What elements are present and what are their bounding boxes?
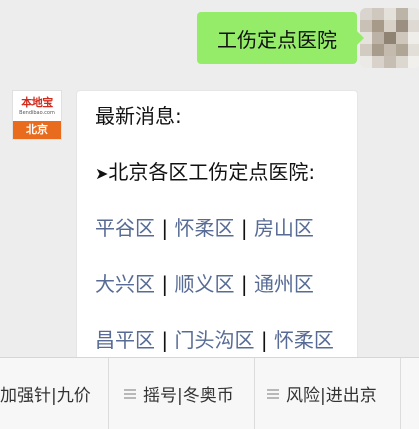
menu-lines-icon bbox=[267, 388, 279, 399]
menu-divider bbox=[254, 358, 255, 429]
bottom-menu-bar: 加强针|九价 摇号|冬奥币 风险|进出京 bbox=[0, 357, 419, 429]
outgoing-message-text: 工伤定点医院 bbox=[217, 27, 337, 52]
district-row: 昌平区 | 门头沟区 | 怀柔区 bbox=[95, 326, 357, 354]
message-title: 最新消息: bbox=[95, 104, 182, 128]
district-link[interactable]: 门头沟区 bbox=[174, 328, 254, 352]
district-link[interactable]: 怀柔区 bbox=[174, 216, 234, 240]
district-link[interactable]: 房山区 bbox=[254, 216, 314, 240]
arrow-icon: ➤ bbox=[95, 164, 109, 183]
separator: | bbox=[161, 272, 169, 296]
menu-item-lottery[interactable]: 摇号|冬奥币 bbox=[124, 358, 246, 429]
separator: | bbox=[161, 216, 169, 240]
logo-city: 北京 bbox=[13, 121, 61, 139]
district-link[interactable]: 怀柔区 bbox=[274, 328, 334, 352]
bendibao-avatar[interactable]: 本地宝 Bendibao.com 北京 bbox=[12, 90, 62, 140]
district-link[interactable]: 通州区 bbox=[254, 272, 314, 296]
separator: | bbox=[240, 216, 248, 240]
district-row: 平谷区 | 怀柔区 | 房山区 bbox=[95, 214, 357, 242]
menu-item-label: 风险|进出京 bbox=[286, 386, 377, 406]
user-avatar[interactable] bbox=[360, 8, 419, 68]
menu-item-label: 加强针|九价 bbox=[0, 386, 91, 406]
logo-subtext: Bendibao.com bbox=[19, 110, 55, 116]
separator: | bbox=[260, 328, 268, 352]
logo-text: 本地宝 bbox=[21, 96, 53, 109]
district-link[interactable]: 平谷区 bbox=[95, 216, 155, 240]
menu-divider bbox=[108, 358, 109, 429]
district-link[interactable]: 顺义区 bbox=[174, 272, 234, 296]
outgoing-message-bubble[interactable]: 工伤定点医院 bbox=[197, 12, 364, 64]
menu-item-booster[interactable]: 加强针|九价 bbox=[0, 358, 100, 429]
separator: | bbox=[161, 328, 169, 352]
heading-text: 北京各区工伤定点医院: bbox=[108, 160, 316, 184]
message-heading: ➤北京各区工伤定点医院: bbox=[95, 158, 357, 186]
district-row: 大兴区 | 顺义区 | 通州区 bbox=[95, 270, 357, 298]
separator: | bbox=[240, 272, 248, 296]
menu-divider bbox=[400, 358, 401, 429]
district-link[interactable]: 大兴区 bbox=[95, 272, 155, 296]
menu-item-risk[interactable]: 风险|进出京 bbox=[267, 358, 392, 429]
menu-lines-icon bbox=[124, 388, 136, 399]
district-link[interactable]: 昌平区 bbox=[95, 328, 155, 352]
menu-item-label: 摇号|冬奥币 bbox=[143, 386, 234, 406]
incoming-message-bubble: 最新消息: ➤北京各区工伤定点医院: 平谷区 | 怀柔区 | 房山区 大兴区 |… bbox=[76, 90, 358, 370]
